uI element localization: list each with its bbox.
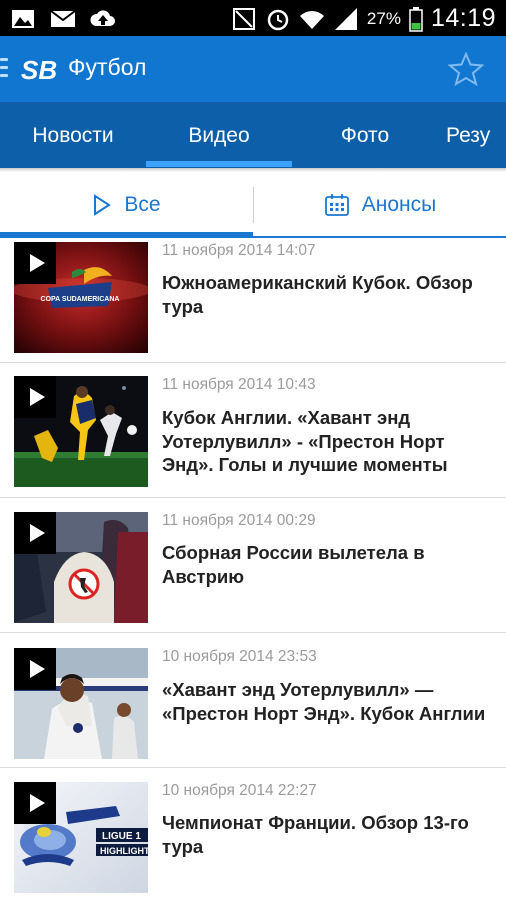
battery-icon — [409, 6, 423, 32]
list-item[interactable]: LIGUE 1 HIGHLIGHT 10 ноября 2014 22:27 Ч… — [0, 768, 506, 900]
sub-tab-announcements[interactable]: Анонсы — [254, 172, 506, 238]
play-outline-icon — [94, 194, 112, 216]
star-icon[interactable] — [448, 52, 484, 86]
play-icon — [29, 794, 45, 812]
alarm-icon — [267, 9, 289, 30]
play-icon — [29, 388, 45, 406]
video-thumbnail[interactable] — [14, 512, 148, 623]
svg-text:SB: SB — [21, 55, 57, 85]
app-logo[interactable]: SB — [20, 52, 60, 86]
cloud-upload-icon — [90, 10, 115, 26]
video-title[interactable]: Южноамериканский Кубок. Обзор тура — [162, 271, 498, 318]
tab-selected-indicator — [146, 161, 292, 167]
video-title[interactable]: Кубок Англии. «Хавант энд Уотерлувилл» -… — [162, 406, 498, 477]
video-list: COPA SUDAMERICANA 11 ноября 2014 14:07 Ю… — [0, 238, 506, 900]
sub-tab-announcements-label: Анонсы — [361, 193, 437, 216]
tab-results[interactable]: Резу — [446, 102, 506, 168]
signal-icon — [334, 7, 357, 30]
video-thumbnail[interactable]: COPA SUDAMERICANA — [14, 242, 148, 353]
play-icon — [29, 660, 45, 678]
video-date: 10 ноября 2014 23:53 — [162, 648, 317, 665]
tab-video[interactable]: Видео — [146, 102, 292, 168]
thumb-logo-text: COPA SUDAMERICANA — [41, 296, 120, 303]
video-title[interactable]: Чемпионат Франции. Обзор 13-го тура — [162, 811, 498, 858]
video-date: 10 ноября 2014 22:27 — [162, 782, 317, 799]
list-item[interactable]: 10 ноября 2014 23:53 «Хавант энд Уотерлу… — [0, 633, 506, 768]
wifi-icon — [299, 10, 324, 29]
battery-percent: 27% — [366, 8, 401, 28]
sub-tab-selected-indicator — [0, 232, 253, 236]
video-title[interactable]: «Хавант энд Уотерлувилл» — «Престон Норт… — [162, 678, 498, 725]
nfc-icon — [232, 7, 255, 30]
play-button[interactable] — [14, 648, 56, 690]
calendar-icon — [324, 194, 349, 216]
sub-tab-all[interactable]: Все — [0, 172, 253, 238]
mail-icon — [50, 10, 76, 27]
thumb-text-line1: LIGUE 1 — [102, 831, 141, 842]
video-thumbnail[interactable] — [14, 648, 148, 759]
image-icon — [12, 10, 34, 28]
menu-icon[interactable] — [0, 58, 8, 80]
play-button[interactable] — [14, 376, 56, 418]
video-date: 11 ноября 2014 14:07 — [162, 242, 316, 259]
list-item[interactable]: 11 ноября 2014 10:43 Кубок Англии. «Хава… — [0, 363, 506, 498]
sub-tab-all-label: Все — [124, 193, 161, 216]
play-icon — [29, 254, 45, 272]
clock: 14:19 — [430, 4, 496, 32]
tab-news[interactable]: Новости — [0, 102, 146, 168]
category-tabs: Новости Видео Фото Резу — [0, 102, 506, 168]
video-date: 11 ноября 2014 00:29 — [162, 512, 316, 529]
thumb-text-line2: HIGHLIGHT — [100, 846, 148, 856]
video-title[interactable]: Сборная России вылетела в Австрию — [162, 541, 498, 588]
play-button[interactable] — [14, 242, 56, 284]
app-title: Футбол — [68, 54, 147, 80]
sub-tabs: Все Анонсы — [0, 172, 506, 238]
play-button[interactable] — [14, 782, 56, 824]
video-thumbnail[interactable]: LIGUE 1 HIGHLIGHT — [14, 782, 148, 893]
play-button[interactable] — [14, 512, 56, 554]
list-item[interactable]: 11 ноября 2014 00:29 Сборная России выле… — [0, 498, 506, 633]
video-date: 11 ноября 2014 10:43 — [162, 376, 316, 393]
tab-photo[interactable]: Фото — [292, 102, 438, 168]
video-thumbnail[interactable] — [14, 376, 148, 487]
app-bar: SB Футбол — [0, 36, 506, 102]
status-bar: 27% 14:19 — [0, 0, 506, 36]
list-item[interactable]: COPA SUDAMERICANA 11 ноября 2014 14:07 Ю… — [0, 238, 506, 363]
play-icon — [29, 524, 45, 542]
